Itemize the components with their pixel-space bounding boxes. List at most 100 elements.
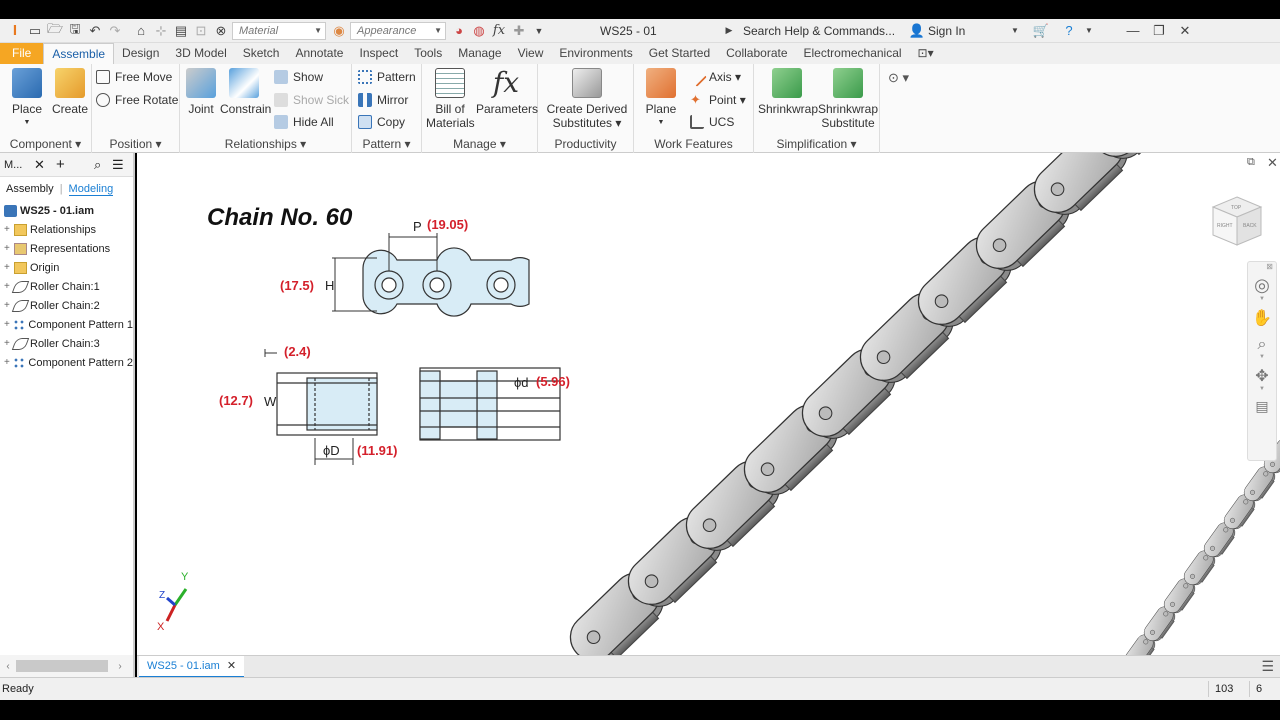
sign-in-link[interactable]: Sign In [928, 24, 1006, 38]
menu-icon[interactable]: ☰ [112, 157, 124, 173]
tree-item[interactable]: + Origin [0, 258, 133, 277]
tab-menu-icon[interactable]: ☰ [1261, 658, 1274, 675]
tree-item[interactable]: + Roller Chain:3 [0, 334, 133, 353]
hide-all-button[interactable]: Hide All [274, 112, 334, 132]
shrinkwrap-button[interactable]: Shrinkwrap [758, 68, 818, 116]
roller-chain-model[interactable] [561, 153, 1196, 655]
save-icon[interactable]: 🖫 [66, 21, 84, 41]
clear-icon[interactable]: ◍ [470, 21, 488, 41]
chevron-down-icon[interactable]: ▼ [1248, 296, 1276, 302]
tab-design[interactable]: Design [114, 43, 167, 64]
tab-assemble[interactable]: Assemble [43, 43, 115, 64]
tree-item[interactable]: + Representations [0, 239, 133, 258]
open-icon[interactable]: 🗁 [46, 21, 64, 41]
customize-icon[interactable]: ▼ [530, 21, 548, 41]
tab-collaborate[interactable]: Collaborate [718, 43, 795, 64]
plus-icon[interactable]: ✚ [510, 21, 528, 41]
search-input[interactable]: Search Help & Commands... [740, 24, 908, 38]
tab-modeling[interactable]: Modeling [68, 183, 114, 196]
show-button[interactable]: Show [274, 67, 323, 87]
mirror-button[interactable]: Mirror [358, 90, 408, 110]
expand-icon[interactable]: + [4, 224, 14, 235]
panel-label-relationships[interactable]: Relationships ▾ [180, 137, 351, 151]
tree-item[interactable]: + Component Pattern 2 [0, 353, 133, 372]
tab-assembly[interactable]: Assembly [6, 183, 54, 195]
expand-icon[interactable]: + [4, 243, 14, 254]
create-button[interactable]: Create [52, 68, 88, 116]
free-move-button[interactable]: Free Move [96, 67, 172, 87]
create-derived-button[interactable]: Create Derived Substitutes ▾ [546, 68, 628, 130]
document-tab[interactable]: WS25 - 01.iam ✕ [139, 656, 245, 678]
tree-item[interactable]: + Roller Chain:2 [0, 296, 133, 315]
viewport-maximize-icon[interactable]: ⧉ [1247, 156, 1255, 169]
clear-appearance-icon[interactable]: ⊗ [212, 21, 230, 41]
zoom-icon[interactable]: ⌕ [1248, 336, 1276, 354]
close-icon[interactable]: ✕ [1176, 21, 1194, 41]
tree-root[interactable]: WS25 - 01.iam [0, 201, 133, 220]
graphics-viewport[interactable]: Chain No. 60 P (19.05) H (17.5) (2.4) W … [137, 153, 1280, 655]
bom-button[interactable]: Bill of Materials [426, 68, 475, 130]
app-logo-icon[interactable]: I [6, 21, 24, 41]
chevron-down-icon[interactable]: ▼ [1080, 21, 1098, 41]
steering-wheel-icon[interactable]: ◎ [1248, 275, 1276, 296]
expand-icon[interactable]: + [4, 319, 13, 330]
help-icon[interactable]: ? [1060, 21, 1078, 41]
orbit-icon[interactable]: ✥ [1248, 366, 1276, 386]
tab-overflow-icon[interactable]: ⊡▾ [910, 43, 942, 64]
look-at-icon[interactable]: ▤ [1248, 398, 1276, 415]
scroll-thumb[interactable] [16, 660, 108, 672]
tree-item[interactable]: + Component Pattern 1 [0, 315, 133, 334]
plane-button[interactable]: Plane ▼ [642, 68, 680, 130]
shrinkwrap-substitute-button[interactable]: Shrinkwrap Substitute [818, 68, 878, 130]
home-icon[interactable]: ⌂ [132, 21, 150, 41]
plus-icon[interactable]: + [56, 156, 94, 173]
tab-environments[interactable]: Environments [551, 43, 640, 64]
tab-tools[interactable]: Tools [406, 43, 450, 64]
more-panels-icon[interactable]: ⊙ ▾ [888, 70, 909, 86]
tab-view[interactable]: View [510, 43, 552, 64]
navbar-close-icon[interactable]: ⊠ [1248, 262, 1276, 271]
select-icon[interactable]: ⊹ [152, 21, 170, 41]
tree-item[interactable]: + Relationships [0, 220, 133, 239]
search-icon[interactable]: ⌕ [94, 157, 112, 173]
appearance-combo[interactable]: Appearance ▼ [350, 21, 446, 40]
adjust-icon[interactable]: ◕ [450, 21, 468, 41]
tab-3d-model[interactable]: 3D Model [167, 43, 234, 64]
free-rotate-button[interactable]: Free Rotate [96, 90, 178, 110]
restore-icon[interactable]: ❐ [1150, 21, 1168, 41]
panel-label-manage[interactable]: Manage ▾ [422, 137, 537, 151]
place-button[interactable]: Place ▼ [8, 68, 46, 130]
expand-icon[interactable]: + [4, 357, 13, 368]
scroll-right-icon[interactable]: › [108, 661, 132, 672]
tab-electromechanical[interactable]: Electromechanical [796, 43, 910, 64]
new-icon[interactable]: ▭ [26, 21, 44, 41]
tab-manage[interactable]: Manage [450, 43, 509, 64]
undo-icon[interactable]: ↶ [86, 21, 104, 41]
pattern-button[interactable]: Pattern [358, 67, 416, 87]
chevron-down-icon[interactable]: ▼ [1006, 21, 1024, 41]
tree-item[interactable]: + Roller Chain:1 [0, 277, 133, 296]
tab-file[interactable]: File [0, 43, 44, 64]
measure-icon[interactable]: ⊡ [192, 21, 210, 41]
scroll-left-icon[interactable]: ‹ [0, 661, 16, 672]
redo-icon[interactable]: ↷ [106, 21, 124, 41]
close-icon[interactable]: ✕ [227, 660, 236, 672]
tab-inspect[interactable]: Inspect [351, 43, 406, 64]
material-combo[interactable]: Material ▼ [232, 21, 326, 40]
chevron-down-icon[interactable]: ▼ [1248, 354, 1276, 360]
fx-icon[interactable]: fx [490, 21, 508, 41]
panel-label-component[interactable]: Component ▾ [0, 137, 91, 151]
joint-button[interactable]: Joint [186, 68, 216, 116]
panel-label-position[interactable]: Position ▾ [92, 137, 179, 151]
tab-sketch[interactable]: Sketch [235, 43, 288, 64]
show-sick-button[interactable]: Show Sick [274, 90, 349, 110]
user-icon[interactable]: 👤 [908, 21, 926, 41]
point-button[interactable]: ✦ Point ▾ [690, 90, 746, 110]
tab-get-started[interactable]: Get Started [641, 43, 718, 64]
panel-label-pattern[interactable]: Pattern ▾ [352, 137, 421, 151]
viewport-close-icon[interactable]: ✕ [1267, 155, 1278, 171]
update-icon[interactable]: ▤ [172, 21, 190, 41]
chevron-right-icon[interactable]: ▶ [720, 21, 738, 41]
tab-annotate[interactable]: Annotate [287, 43, 351, 64]
pan-icon[interactable]: ✋ [1248, 308, 1276, 328]
